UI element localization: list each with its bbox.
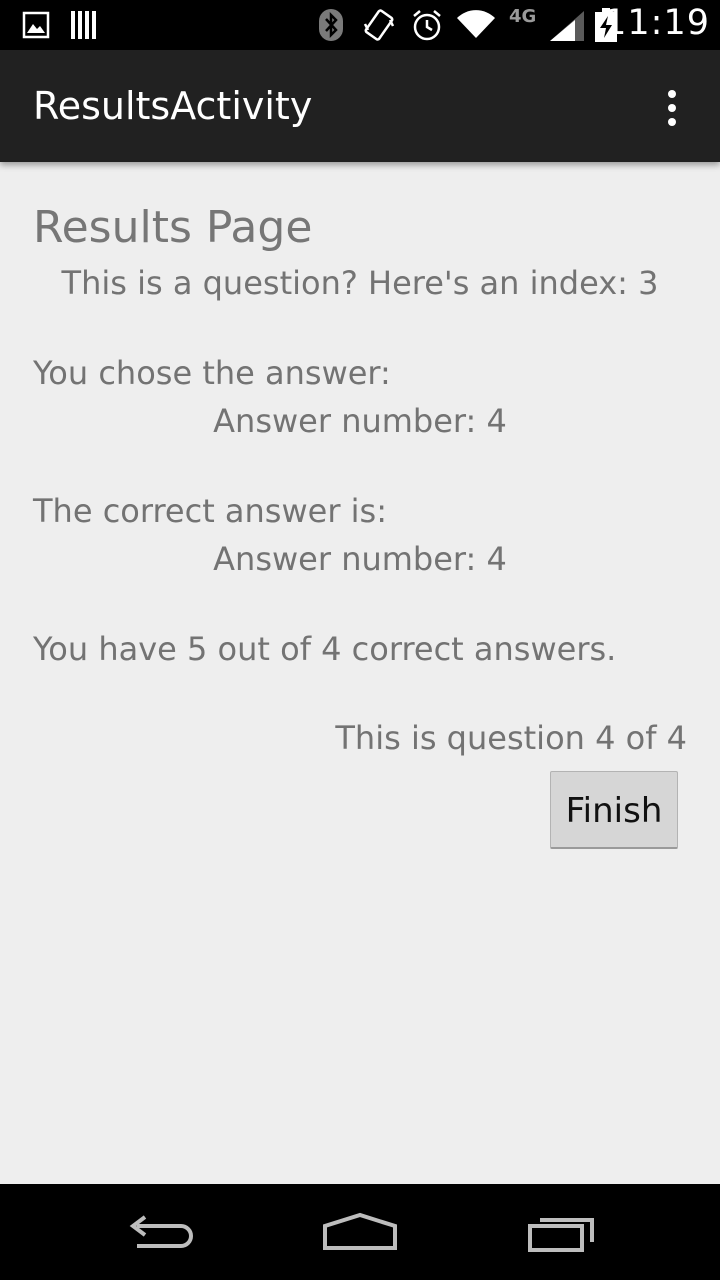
status-bar: 4G 11:19 [0,0,720,50]
recents-button[interactable] [518,1204,608,1260]
alarm-icon [413,10,441,41]
wifi-icon [457,10,495,38]
network-type-label: 4G [509,6,537,27]
finish-button[interactable]: Finish [550,771,678,849]
action-bar: ResultsActivity [0,50,720,162]
bluetooth-icon [319,9,343,41]
overflow-menu-button[interactable] [648,86,696,130]
activity-title: ResultsActivity [33,84,313,128]
home-icon [323,1212,397,1250]
chosen-answer-label: You chose the answer: [33,354,391,392]
score-text: You have 5 out of 4 correct answers. [33,630,617,668]
image-notification-icon [22,11,50,39]
vibrate-icon [363,9,395,41]
back-icon [129,1215,193,1248]
chosen-answer-value: Answer number: 4 [213,402,507,440]
correct-answer-value: Answer number: 4 [213,540,507,578]
question-progress-text: This is question 4 of 4 [335,719,687,757]
question-text: This is a question? Here's an index: 3 [61,264,659,302]
barcode-notification-icon [71,11,96,39]
results-content: Results Page This is a question? Here's … [0,162,720,1184]
clock-time: 11:19 [604,3,710,43]
back-button[interactable] [115,1204,205,1260]
recents-icon [528,1218,594,1252]
correct-answer-label: The correct answer is: [33,492,387,530]
page-title: Results Page [33,202,313,253]
navigation-bar [0,1184,720,1280]
home-button[interactable] [315,1204,405,1260]
signal-icon [550,11,584,41]
